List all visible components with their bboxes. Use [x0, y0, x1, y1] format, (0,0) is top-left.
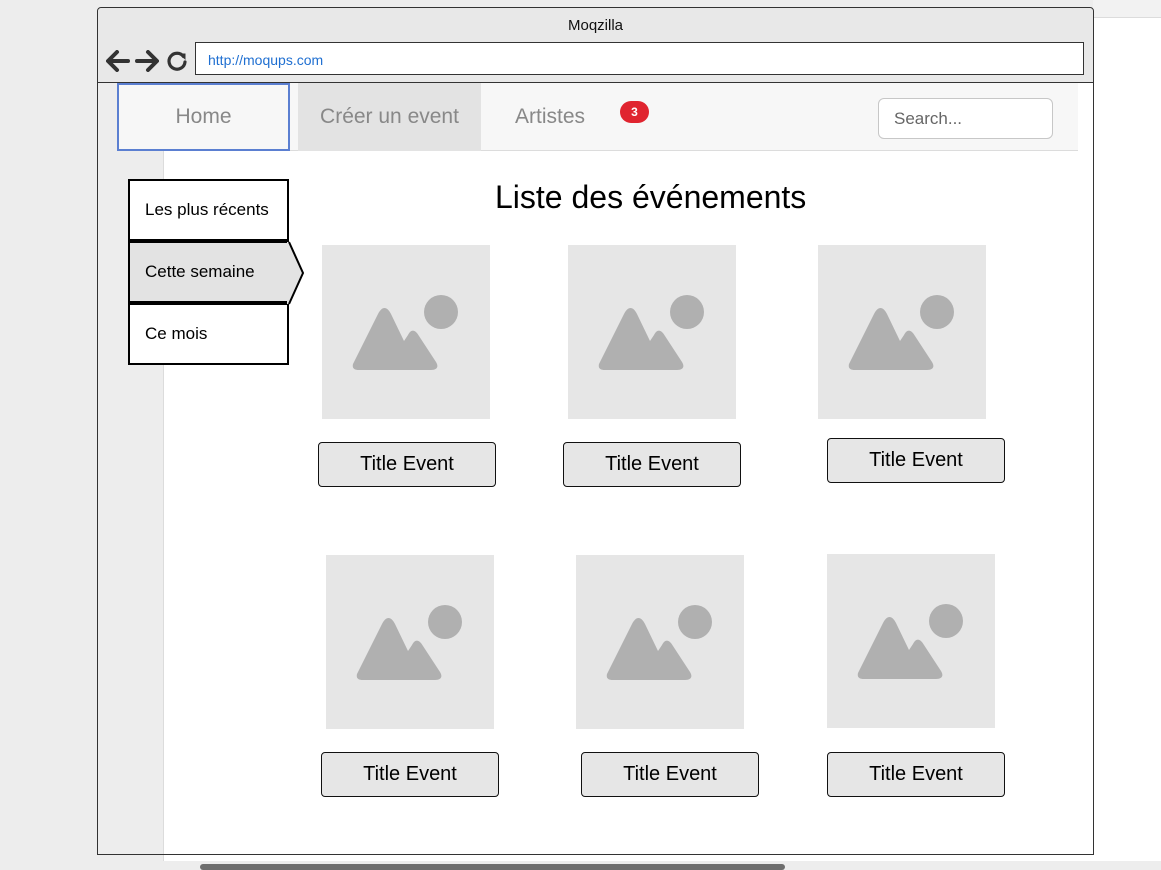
event-title-button[interactable]: Title Event	[827, 438, 1005, 483]
app-navbar: Home Créer un event Artistes 3	[117, 83, 1078, 151]
sidebar-item-this-week[interactable]: Cette semaine	[128, 241, 289, 303]
search-input[interactable]	[878, 98, 1053, 139]
event-image-placeholder	[568, 245, 736, 419]
event-title-button[interactable]: Title Event	[563, 442, 741, 487]
forward-arrow-icon[interactable]	[135, 49, 159, 73]
image-placeholder-icon	[848, 295, 954, 370]
image-placeholder-icon	[352, 295, 458, 370]
url-bar[interactable]: http://moqups.com	[195, 42, 1084, 75]
page-title: Liste des événements	[495, 179, 807, 215]
browser-chrome: Moqzilla http://moqups.com	[98, 8, 1093, 83]
event-title-button[interactable]: Title Event	[581, 752, 759, 797]
image-placeholder-icon	[857, 604, 963, 679]
tab-artists[interactable]: Artistes	[481, 83, 619, 151]
back-arrow-icon[interactable]	[106, 49, 130, 73]
notification-badge: 3	[620, 101, 649, 123]
sidebar-item-recent[interactable]: Les plus récents	[128, 179, 289, 241]
event-title-button[interactable]: Title Event	[827, 752, 1005, 797]
tab-home[interactable]: Home	[117, 83, 290, 151]
event-title-button[interactable]: Title Event	[321, 752, 499, 797]
event-image-placeholder	[326, 555, 494, 729]
event-image-placeholder	[818, 245, 986, 419]
event-image-placeholder	[322, 245, 490, 419]
tab-create-event[interactable]: Créer un event	[298, 83, 481, 151]
event-image-placeholder	[576, 555, 744, 729]
window-title: Moqzilla	[567, 17, 624, 34]
reload-icon[interactable]	[165, 49, 189, 73]
event-image-placeholder	[827, 554, 995, 728]
image-placeholder-icon	[598, 295, 704, 370]
image-placeholder-icon	[606, 605, 712, 680]
canvas-top-strip	[1093, 0, 1161, 18]
horizontal-scrollbar[interactable]	[200, 864, 785, 870]
event-title-button[interactable]: Title Event	[318, 442, 496, 487]
sidebar-item-this-month[interactable]: Ce mois	[128, 303, 289, 365]
image-placeholder-icon	[356, 605, 462, 680]
